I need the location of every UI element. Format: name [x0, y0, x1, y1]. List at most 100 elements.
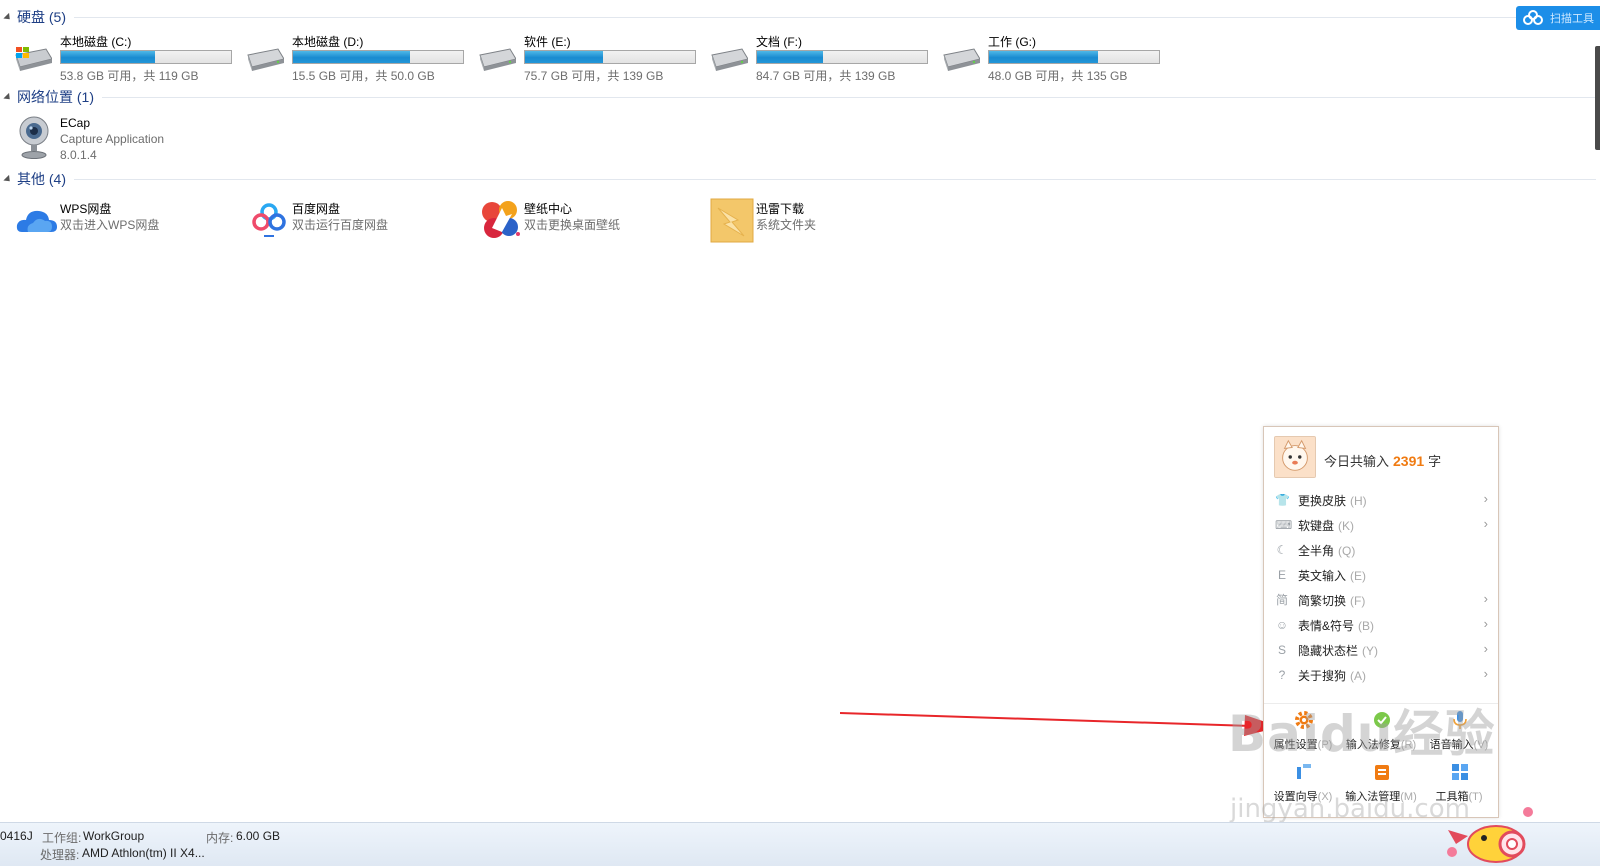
- collapse-triangle-icon[interactable]: [3, 12, 13, 22]
- menu-item-label: 全半角: [1298, 544, 1335, 558]
- menu-item-about-sogou[interactable]: ? 关于搜狗 (A) ›: [1264, 662, 1498, 687]
- group-header-other[interactable]: 其他 (4): [3, 170, 1600, 188]
- sogou-mascot-icon: [1447, 807, 1533, 863]
- drive-usage-bar: [60, 50, 232, 64]
- wallpaper-icon: [482, 201, 520, 238]
- menu-item-label: 更换皮肤: [1298, 494, 1347, 508]
- item-version: 8.0.1.4: [60, 148, 97, 162]
- today-input-count: 今日共输入 2391 字: [1324, 451, 1441, 470]
- drive-item-f[interactable]: 文档 (F:) 84.7 GB 可用，共 139 GB: [700, 33, 928, 83]
- drive-item-c[interactable]: 本地磁盘 (C:) 53.8 GB 可用，共 119 GB: [4, 33, 232, 83]
- group-divider: [74, 178, 1596, 180]
- collapse-triangle-icon[interactable]: [3, 174, 13, 184]
- drive-name: 文档 (F:): [756, 35, 802, 49]
- chevron-right-icon: ›: [1483, 491, 1488, 506]
- details-status-bar: 0416J 工作组: WorkGroup 内存: 6.00 GB 处理器: AM…: [0, 822, 1600, 866]
- menu-item-english-input[interactable]: E 英文输入 (E): [1264, 562, 1498, 587]
- drive-name: 本地磁盘 (C:): [60, 35, 132, 49]
- menu-item-label: 隐藏状态栏: [1298, 644, 1359, 658]
- other-item-baidu-netdisk[interactable]: 百度网盘 双击运行百度网盘: [236, 196, 464, 246]
- drive-usage-bar: [292, 50, 464, 64]
- ime-menu-header: 今日共输入 2391 字: [1264, 427, 1498, 483]
- other-item-thunder[interactable]: 迅雷下载 系统文件夹: [700, 196, 928, 246]
- drive-name: 软件 (E:): [524, 35, 571, 49]
- drive-item-d[interactable]: 本地磁盘 (D:) 15.5 GB 可用，共 50.0 GB: [236, 33, 464, 83]
- smiley-icon: ☺: [1275, 618, 1289, 632]
- chevron-right-icon: ›: [1483, 516, 1488, 531]
- baidu-cloud-icon: [1523, 10, 1543, 25]
- webcam-icon: [19, 116, 49, 159]
- chevron-right-icon: ›: [1483, 641, 1488, 656]
- menu-item-shortcut: (Q): [1338, 544, 1356, 558]
- chevron-right-icon: ›: [1483, 666, 1488, 681]
- menu-item-label: 简繁切换: [1298, 594, 1347, 608]
- scrollbar-edge[interactable]: [1595, 46, 1600, 150]
- drive-name: 本地磁盘 (D:): [292, 35, 364, 49]
- menu-item-full-half-width[interactable]: ☾ 全半角 (Q): [1264, 537, 1498, 562]
- group-header-network[interactable]: 网络位置 (1): [3, 88, 1600, 106]
- group-title: 网络位置 (1): [17, 89, 94, 105]
- menu-item-shortcut: (Y): [1362, 644, 1379, 658]
- menu-item-shortcut: (B): [1358, 619, 1375, 633]
- item-name: 迅雷下载: [756, 202, 805, 216]
- wps-cloud-icon: [16, 210, 57, 232]
- shirt-icon: 👕: [1275, 493, 1290, 507]
- today-suffix: 字: [1428, 454, 1442, 469]
- menu-item-hide-statusbar[interactable]: S 隐藏状态栏 (Y) ›: [1264, 637, 1498, 662]
- windows-drive-icon: [15, 47, 52, 71]
- group-title: 硬盘 (5): [17, 9, 66, 25]
- menu-item-soft-keyboard[interactable]: ⌨ 软键盘 (K) ›: [1264, 512, 1498, 537]
- english-icon: E: [1277, 568, 1286, 582]
- menu-item-label: 表情&符号: [1298, 619, 1355, 633]
- question-icon: ?: [1278, 668, 1286, 682]
- menu-item-simplified-traditional[interactable]: 简 简繁切换 (F) ›: [1264, 587, 1498, 612]
- other-item-wps[interactable]: WPS网盘 双击进入WPS网盘: [4, 196, 232, 246]
- drive-free-space: 75.7 GB 可用，共 139 GB: [524, 69, 664, 83]
- menu-item-shortcut: (K): [1338, 519, 1355, 533]
- today-count-number: 2391: [1393, 453, 1425, 469]
- baidu-netdisk-icon: [252, 203, 286, 237]
- hard-drive-icon: [943, 48, 980, 71]
- today-prefix: 今日共输入: [1324, 454, 1390, 469]
- tool-shortcut: (T): [1468, 791, 1483, 803]
- network-item-ecap[interactable]: ECap Capture Application 8.0.1.4: [4, 112, 232, 164]
- cloud-badge-label: 扫描工具: [1550, 13, 1594, 25]
- drive-item-e[interactable]: 软件 (E:) 75.7 GB 可用，共 139 GB: [468, 33, 696, 83]
- menu-item-shortcut: (A): [1350, 669, 1367, 683]
- menu-item-label: 英文输入: [1298, 569, 1347, 583]
- baidu-watermark-url: jingyan.baidu.com: [1230, 794, 1470, 824]
- other-item-wallpaper[interactable]: 壁纸中心 双击更换桌面壁纸: [468, 196, 696, 246]
- chevron-right-icon: ›: [1483, 616, 1488, 631]
- menu-item-emoji-symbols[interactable]: ☺ 表情&符号 (B) ›: [1264, 612, 1498, 637]
- group-header-drives[interactable]: 硬盘 (5): [3, 8, 1600, 26]
- baidu-cloud-badge[interactable]: 扫描工具: [1516, 6, 1600, 30]
- drive-usage-bar: [756, 50, 928, 64]
- collapse-triangle-icon[interactable]: [3, 92, 13, 102]
- workgroup-label: 工作组:: [42, 831, 82, 845]
- menu-item-label: 关于搜狗: [1298, 669, 1347, 683]
- item-description: 双击进入WPS网盘: [60, 218, 160, 232]
- menu-item-label: 软键盘: [1298, 519, 1335, 533]
- drive-free-space: 84.7 GB 可用，共 139 GB: [756, 69, 896, 83]
- cpu-value: AMD Athlon(tm) II X4...: [82, 846, 205, 860]
- drive-free-space: 15.5 GB 可用，共 50.0 GB: [292, 69, 435, 83]
- item-description: 系统文件夹: [756, 218, 817, 232]
- item-description: Capture Application: [60, 132, 165, 146]
- hard-drive-icon: [479, 48, 516, 71]
- drive-item-g[interactable]: 工作 (G:) 48.0 GB 可用，共 135 GB: [932, 33, 1160, 83]
- menu-item-shortcut: (H): [1350, 494, 1367, 508]
- group-divider: [102, 96, 1596, 98]
- group-title: 其他 (4): [17, 171, 66, 187]
- memory-value: 6.00 GB: [236, 829, 281, 843]
- cpu-label: 处理器:: [40, 848, 80, 862]
- keyboard-icon: ⌨: [1275, 518, 1293, 532]
- group-divider: [74, 16, 1596, 18]
- chevron-right-icon: ›: [1483, 591, 1488, 606]
- item-name: ECap: [60, 116, 91, 130]
- hide-statusbar-icon: S: [1277, 643, 1286, 657]
- menu-item-skin[interactable]: 👕 更换皮肤 (H) ›: [1264, 487, 1498, 512]
- drive-free-space: 48.0 GB 可用，共 135 GB: [988, 69, 1128, 83]
- drive-usage-bar: [524, 50, 696, 64]
- item-description: 双击运行百度网盘: [292, 218, 389, 232]
- memory-label: 内存:: [206, 831, 234, 845]
